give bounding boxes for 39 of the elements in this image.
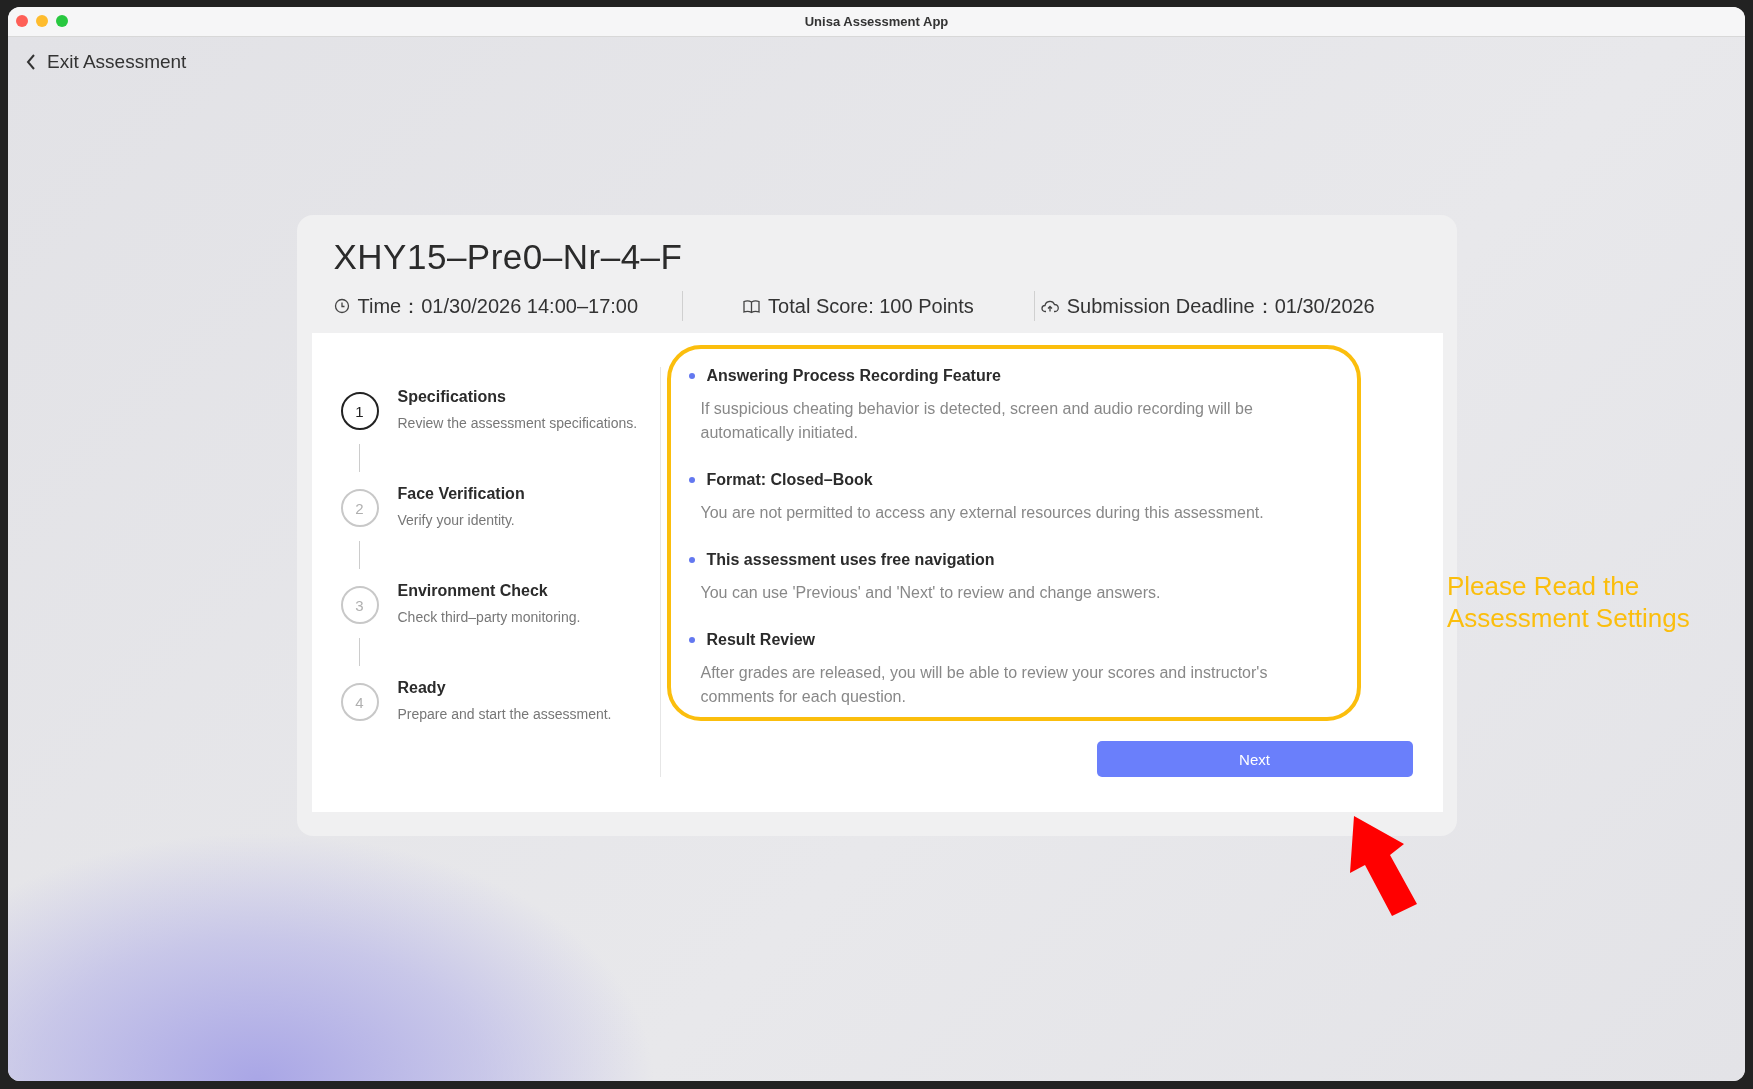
assessment-title: XHY15–Pre0–Nr–4–F (333, 237, 684, 277)
zoom-button[interactable] (56, 15, 68, 27)
setting-title: Answering Process Recording Feature (706, 367, 1001, 385)
setting-title: This assessment uses free navigation (706, 551, 995, 569)
step-description: Review the assessment specifications. (397, 415, 638, 431)
bullet-icon (688, 477, 695, 483)
setting-description: You are not permitted to access any external resources during this assessment. (700, 503, 1265, 523)
clock-icon (333, 298, 350, 314)
step-title[interactable]: Ready (397, 679, 612, 697)
window-title: Unisa Assessment App (804, 14, 949, 29)
assessment-time: Time：01/30/2026 14:00–17:00 (357, 293, 639, 319)
setting-description: After grades are released, you will be able to review your scores and instructor's comments for each question. (700, 663, 1269, 707)
setting-description: If suspicious cheating behavior is detected, screen and audio recording will be automatically initiated. (700, 399, 1254, 443)
exit-assessment-link[interactable]: Exit Assessment (26, 51, 187, 73)
step-title[interactable]: Environment Check (397, 582, 581, 600)
close-button[interactable] (16, 15, 28, 27)
step-number: 2 (340, 489, 379, 527)
total-score: Total Score: 100 Points (768, 294, 974, 318)
step-description: Verify your identity. (397, 512, 516, 528)
step-title[interactable]: Face Verification (397, 485, 525, 503)
setting-title: Result Review (706, 631, 815, 649)
bullet-icon (688, 637, 695, 643)
annotation-text: Please Read the Assessment Settings (1447, 570, 1691, 634)
step-description: Check third–party monitoring. (397, 609, 581, 625)
bullet-icon (688, 373, 695, 379)
step-number: 1 (340, 392, 379, 430)
step-number: 3 (340, 586, 379, 624)
minimize-button[interactable] (36, 15, 48, 27)
cloud-upload-icon (1040, 299, 1059, 313)
submission-deadline: Submission Deadline：01/30/2026 (1066, 293, 1375, 319)
pointer-arrow-icon (1348, 814, 1420, 919)
setting-title: Format: Closed–Book (706, 471, 873, 489)
step-description: Prepare and start the assessment. (397, 706, 612, 722)
back-chevron-icon (26, 54, 36, 70)
setting-description: You can use 'Previous' and 'Next' to review and change answers. (700, 583, 1162, 603)
bullet-icon (688, 557, 695, 563)
step-number: 4 (340, 683, 379, 721)
step-title[interactable]: Specifications (397, 388, 638, 406)
book-icon (743, 298, 761, 314)
